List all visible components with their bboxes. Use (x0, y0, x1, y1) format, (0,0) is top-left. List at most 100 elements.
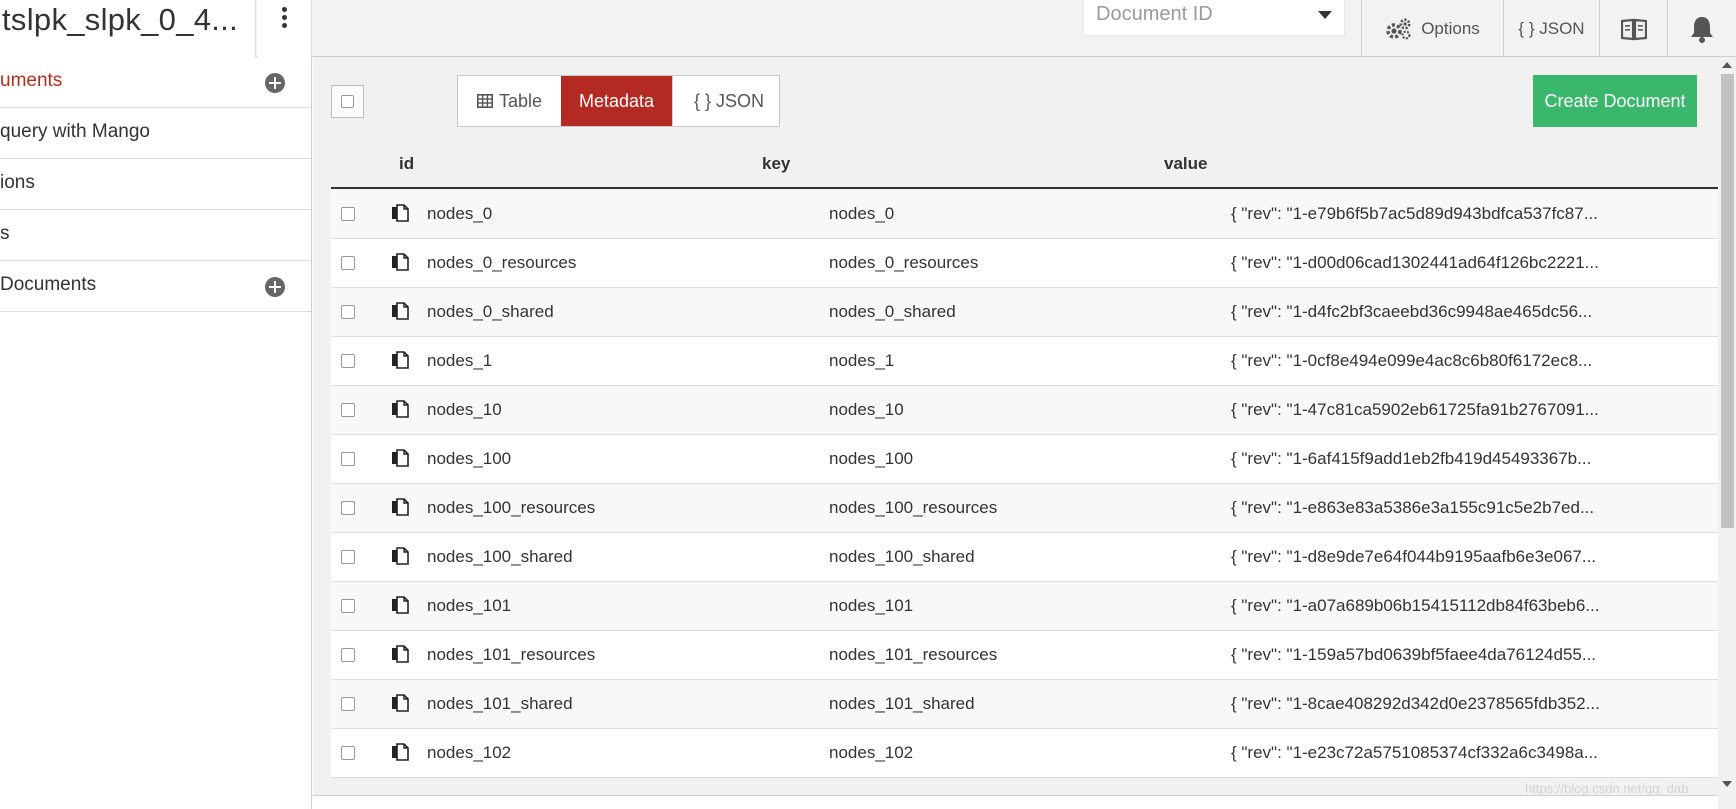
table-row[interactable]: nodes_101_shared nodes_101_shared { "rev":… (331, 680, 1724, 729)
sidebar-item-changes[interactable]: s (0, 210, 311, 261)
row-checkbox[interactable] (341, 746, 355, 760)
vertical-scrollbar[interactable] (1718, 57, 1736, 809)
cell-key: nodes_100 (829, 449, 914, 468)
table-row[interactable]: nodes_100 nodes_100 { "rev": "1-6af415f9ad… (331, 435, 1724, 484)
scroll-down-icon[interactable] (1722, 781, 1732, 787)
cell-key: nodes_100_shared (829, 547, 975, 566)
add-design-document-icon[interactable] (265, 277, 285, 297)
sidebar-item-mango-query[interactable]: query with Mango (0, 108, 311, 159)
row-checkbox[interactable] (341, 207, 355, 221)
json-button[interactable]: { } JSON (1503, 0, 1599, 57)
table-row[interactable]: nodes_0_resources nodes_0_resources { "rev… (331, 239, 1724, 288)
row-checkbox[interactable] (341, 305, 355, 319)
create-document-button[interactable]: Create Document (1533, 75, 1697, 127)
cell-value: { "rev": "1-d8e9de7e64f044b9195aafb6e3e0… (1231, 547, 1597, 566)
cell-value: { "rev": "1-a07a689b06b15415112db84f63be… (1231, 596, 1600, 615)
cell-id[interactable]: nodes_100 (427, 449, 511, 469)
document-id-select[interactable]: Document ID (1083, 0, 1345, 36)
row-checkbox[interactable] (341, 256, 355, 270)
book-icon (1620, 18, 1647, 40)
row-checkbox[interactable] (341, 648, 355, 662)
sidebar-item-label: Documents (0, 274, 97, 295)
table-row[interactable]: nodes_102 nodes_102 { "rev": "1-e23c72a575… (331, 729, 1724, 778)
sidebar-item-label: uments (0, 70, 63, 91)
row-checkbox[interactable] (341, 354, 355, 368)
row-checkbox[interactable] (341, 599, 355, 613)
table-row[interactable]: nodes_10 nodes_10 { "rev": "1-47c81ca5902e… (331, 386, 1724, 435)
add-document-icon[interactable] (265, 73, 285, 93)
cell-key: nodes_0 (829, 204, 895, 223)
copy-document-icon[interactable] (391, 645, 409, 668)
cell-key: nodes_102 (829, 743, 914, 762)
cell-value: { "rev": "1-0cf8e494e099e4ac8c6b80f6172e… (1231, 351, 1593, 370)
notifications-button[interactable] (1667, 0, 1736, 57)
tab-table[interactable]: Table (458, 76, 561, 126)
cell-key: nodes_101 (829, 596, 914, 615)
column-header-value: value (1164, 154, 1208, 173)
json-label: { } JSON (1518, 18, 1585, 38)
table-row[interactable]: nodes_100_resources nodes_100_resources { … (331, 484, 1724, 533)
cell-id[interactable]: nodes_10 (427, 400, 502, 420)
cell-id[interactable]: nodes_1 (427, 351, 492, 371)
table-row[interactable]: nodes_0_shared nodes_0_shared { "rev": "1-… (331, 288, 1724, 337)
cell-id[interactable]: nodes_100_resources (427, 498, 595, 518)
cell-value: { "rev": "1-d00d06cad1302441ad64f126bc22… (1231, 253, 1599, 272)
scroll-up-icon[interactable] (1722, 62, 1732, 68)
sidebar-item-all-documents[interactable]: uments (0, 57, 311, 108)
top-header: tslpk_slpk_0_4... Document ID Options { … (0, 0, 1736, 57)
row-checkbox[interactable] (341, 501, 355, 515)
cell-id[interactable]: nodes_101_resources (427, 645, 595, 665)
more-menu-icon[interactable] (257, 0, 312, 57)
sidebar-item-design-documents[interactable]: Documents (0, 261, 311, 312)
cell-key: nodes_1 (829, 351, 895, 370)
scrollbar-thumb[interactable] (1721, 74, 1734, 528)
copy-document-icon[interactable] (391, 253, 409, 276)
copy-document-icon[interactable] (391, 204, 409, 227)
cell-id[interactable]: nodes_100_shared (427, 547, 573, 567)
cell-id[interactable]: nodes_0 (427, 204, 492, 224)
copy-document-icon[interactable] (391, 596, 409, 619)
cell-value: { "rev": "1-e863e83a5386e3a155c91c5e2b7e… (1231, 498, 1595, 517)
options-button[interactable]: Options (1361, 0, 1503, 57)
caret-down-icon (1318, 11, 1332, 19)
copy-document-icon[interactable] (391, 694, 409, 717)
sidebar-item-label: query with Mango (0, 121, 150, 142)
tab-json[interactable]: { } JSON (672, 76, 779, 126)
sidebar-item-permissions[interactable]: ions (0, 159, 311, 210)
table-row[interactable]: nodes_101 nodes_101 { "rev": "1-a07a689b06… (331, 582, 1724, 631)
docs-button[interactable] (1599, 0, 1667, 57)
copy-document-icon[interactable] (391, 449, 409, 472)
cell-key: nodes_100_resources (829, 498, 998, 517)
copy-document-icon[interactable] (391, 498, 409, 521)
cell-value: { "rev": "1-e79b6f5b7ac5d89d943bdfca537f… (1231, 204, 1598, 223)
table-row[interactable]: nodes_1 nodes_1 { "rev": "1-0cf8e494e099e4… (331, 337, 1724, 386)
cell-id[interactable]: nodes_101 (427, 596, 511, 616)
table-icon (476, 94, 493, 108)
table-row[interactable]: nodes_0 nodes_0 { "rev": "1-e79b6f5b7ac5d8… (331, 190, 1724, 239)
cell-key: nodes_101_shared (829, 694, 975, 713)
table-row[interactable]: nodes_101_resources nodes_101_resources { … (331, 631, 1724, 680)
table-row[interactable]: nodes_100_shared nodes_100_shared { "rev":… (331, 533, 1724, 582)
copy-document-icon[interactable] (391, 547, 409, 570)
sidebar-item-label: ions (0, 172, 35, 193)
cell-id[interactable]: nodes_0_resources (427, 253, 576, 273)
row-checkbox[interactable] (341, 697, 355, 711)
document-id-placeholder: Document ID (1096, 3, 1213, 25)
copy-document-icon[interactable] (391, 302, 409, 325)
cell-value: { "rev": "1-47c81ca5902eb61725fa91b27670… (1231, 400, 1599, 419)
row-checkbox[interactable] (341, 403, 355, 417)
cell-id[interactable]: nodes_101_shared (427, 694, 573, 714)
database-title-text: tslpk_slpk_0_4... (2, 2, 239, 37)
cell-id[interactable]: nodes_102 (427, 743, 511, 763)
tab-metadata[interactable]: Metadata (561, 76, 672, 126)
copy-document-icon[interactable] (391, 351, 409, 374)
database-title: tslpk_slpk_0_4... (0, 0, 256, 57)
select-all-checkbox[interactable] (331, 85, 364, 118)
row-checkbox[interactable] (341, 550, 355, 564)
gears-icon (1386, 18, 1411, 40)
cell-id[interactable]: nodes_0_shared (427, 302, 554, 322)
copy-document-icon[interactable] (391, 400, 409, 423)
copy-document-icon[interactable] (391, 743, 409, 766)
tab-label: Table (498, 90, 543, 111)
row-checkbox[interactable] (341, 452, 355, 466)
